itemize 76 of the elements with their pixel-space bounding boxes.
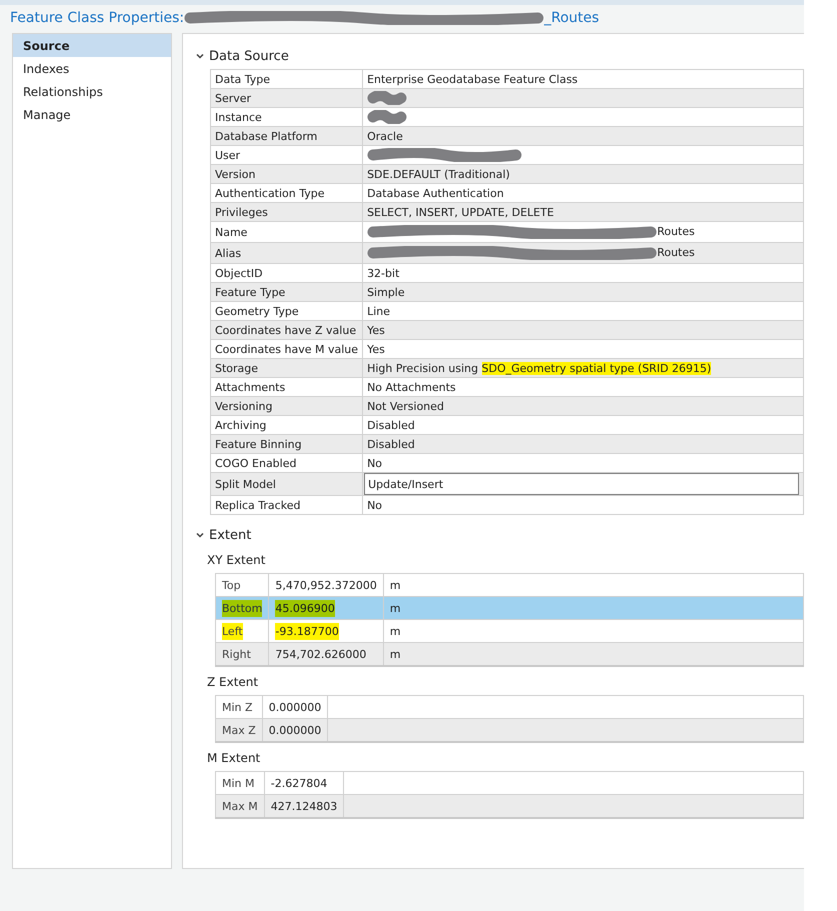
unit-text: m (390, 648, 401, 660)
extent-label: Min M (222, 776, 255, 790)
extent-value: 0.000000 (268, 724, 322, 736)
property-label: Name (215, 226, 248, 238)
split-model-field[interactable]: Update/Insert (364, 473, 799, 495)
sidebar-item[interactable]: Manage (13, 103, 171, 126)
chevron-icon[interactable] (195, 51, 205, 61)
extent-value: -93.187700 (275, 622, 339, 640)
property-label: Database Platform (215, 130, 318, 142)
extent-label: Max Z (222, 724, 256, 736)
property-value: Yes (367, 342, 385, 356)
property-label: Authentication Type (215, 186, 325, 200)
property-label: Replica Tracked (215, 498, 300, 512)
property-label: Feature Binning (215, 438, 302, 450)
property-label: Geometry Type (215, 304, 299, 318)
property-value: Disabled (367, 418, 415, 432)
property-label: Split Model (215, 478, 276, 490)
property-value: SDE.DEFAULT (Traditional) (367, 168, 510, 180)
sidebar-item[interactable]: Indexes (13, 57, 171, 80)
extent-label: Top (222, 578, 241, 592)
property-value: Routes (657, 225, 695, 238)
property-value: No Attachments (367, 380, 456, 394)
property-value: Simple (367, 286, 405, 298)
unit-text: m (390, 624, 401, 638)
extent-group-title: M Extent (207, 751, 262, 765)
property-value: Database Authentication (367, 186, 504, 200)
property-label: Server (215, 92, 252, 104)
property-label: Coordinates have Z value (215, 324, 356, 336)
property-label: Attachments (215, 380, 286, 394)
window-title: Feature Class Properties: (10, 10, 184, 26)
property-value: SELECT, INSERT, UPDATE, DELETE (367, 206, 554, 218)
property-value: High Precision using SDO_Geometry spatial type (SRID 26915) (367, 362, 712, 374)
property-label: Alias (215, 246, 242, 260)
window-title: _Routes (544, 10, 600, 26)
property-label: Storage (215, 362, 258, 374)
property-value: Line (367, 304, 390, 318)
property-label: Privileges (215, 206, 268, 218)
unit-text: m (390, 578, 401, 592)
property-value: Disabled (367, 438, 415, 450)
sidebar-item[interactable]: Relationships (13, 80, 171, 103)
property-label: Version (215, 168, 256, 180)
extent-group-title: Z Extent (207, 675, 260, 689)
property-label: Coordinates have M value (215, 342, 358, 356)
property-label: Versioning (215, 400, 272, 412)
property-label: Data Type (215, 72, 270, 86)
extent-value: 5,470,952.372000 (275, 578, 377, 592)
property-label: COGO Enabled (215, 456, 296, 470)
property-value: Oracle (367, 130, 403, 142)
property-value: No (367, 498, 382, 512)
property-label: User (215, 148, 240, 162)
property-value: Yes (367, 324, 385, 336)
property-value: Routes (657, 246, 695, 260)
extent-value: -2.627804 (270, 776, 328, 790)
property-label: Instance (215, 110, 262, 124)
property-label: Archiving (215, 418, 266, 432)
unit-text: m (390, 602, 401, 614)
extent-label: Max M (222, 800, 258, 812)
extent-label: Left (222, 622, 243, 640)
extent-value: 45.096900 (275, 600, 335, 616)
property-label: Feature Type (215, 286, 286, 298)
extent-value: 754,702.626000 (275, 648, 366, 660)
extent-label: Bottom (222, 600, 262, 616)
property-value: Not Versioned (367, 400, 444, 412)
property-value: 32-bit (367, 266, 400, 280)
property-value: Enterprise Geodatabase Feature Class (367, 72, 578, 86)
sidebar-item[interactable]: Source (13, 34, 171, 57)
section-title[interactable]: Extent (209, 528, 252, 542)
extent-value: 0.000000 (268, 700, 322, 714)
extent-value: 427.124803 (270, 800, 338, 812)
extent-label: Min Z (222, 700, 253, 714)
property-value: No (367, 456, 382, 470)
extent-group-title: XY Extent (207, 553, 266, 567)
extent-label: Right (222, 648, 251, 660)
section-title[interactable]: Data Source (209, 48, 289, 64)
property-label: ObjectID (215, 266, 263, 280)
chevron-icon[interactable] (195, 530, 205, 540)
